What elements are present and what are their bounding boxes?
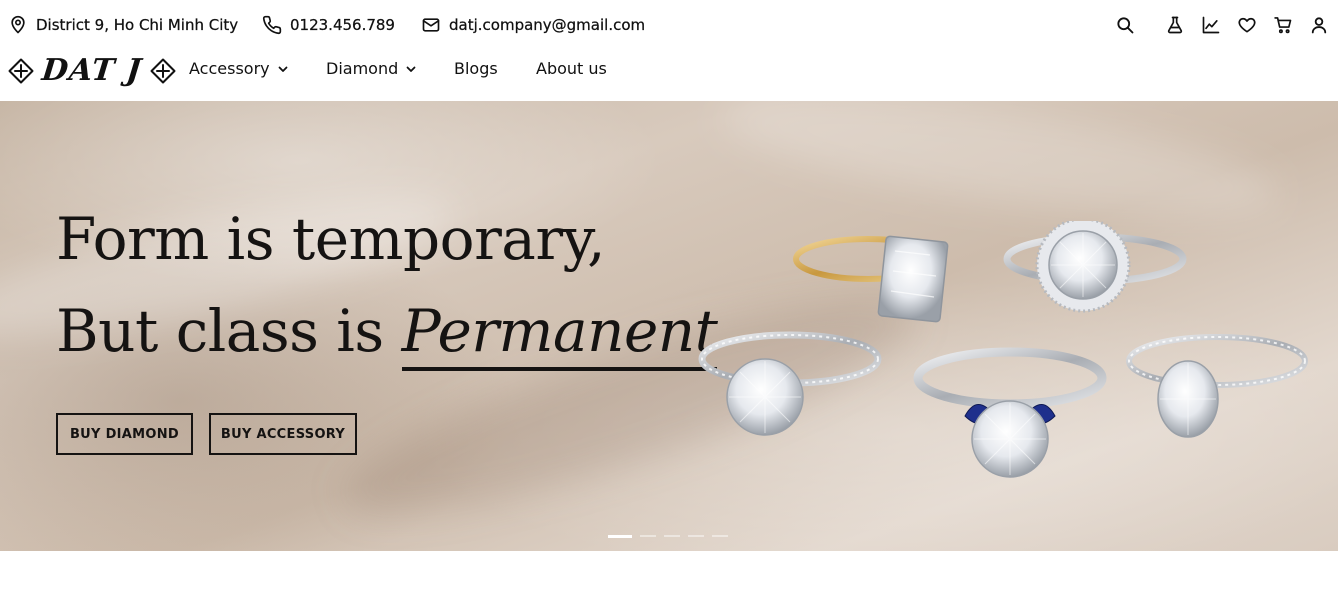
cart-button[interactable] bbox=[1272, 14, 1294, 36]
phone-icon bbox=[262, 15, 282, 35]
nav-item-label: Diamond bbox=[326, 59, 399, 78]
contact-phone[interactable]: 0123.456.789 bbox=[262, 14, 395, 36]
contact-email[interactable]: datj.company@gmail.com bbox=[421, 14, 645, 36]
halo-ring bbox=[1003, 221, 1187, 313]
silk-highlight bbox=[716, 101, 1284, 240]
main-nav: DAT J Accessory Diamond Blogs About us bbox=[0, 50, 1338, 101]
gold-ring bbox=[793, 235, 949, 323]
nav-item-label: About us bbox=[536, 59, 607, 78]
buy-diamond-button[interactable]: BUY DIAMOND bbox=[56, 413, 193, 455]
hero-headline-emphasis: Permanent bbox=[401, 297, 718, 371]
sapphire-ring bbox=[913, 347, 1107, 478]
nav-item-diamond[interactable]: Diamond bbox=[326, 59, 418, 78]
hero-headline: Form is temporary, But class is Permanen… bbox=[56, 193, 718, 377]
carousel-dot[interactable] bbox=[664, 535, 680, 537]
nav-item-about-us[interactable]: About us bbox=[536, 59, 607, 78]
mail-icon bbox=[422, 18, 440, 32]
phone-text: 0123.456.789 bbox=[290, 16, 395, 34]
diamond-compass-icon bbox=[8, 58, 34, 84]
nav-item-label: Blogs bbox=[454, 59, 498, 78]
chevron-down-icon bbox=[406, 66, 416, 72]
top-bar: District 9, Ho Chi Minh City 0123.456.78… bbox=[0, 0, 1338, 50]
nav-item-label: Accessory bbox=[189, 59, 270, 78]
price-chart-button[interactable] bbox=[1200, 14, 1222, 36]
pave-ring-left bbox=[698, 331, 882, 436]
carousel-dot[interactable] bbox=[712, 535, 728, 537]
buy-accessory-button[interactable]: BUY ACCESSORY bbox=[209, 413, 357, 455]
heart-icon bbox=[1238, 17, 1256, 33]
oval-ring-right bbox=[1126, 334, 1308, 438]
hero-headline-prefix: But class is bbox=[56, 297, 402, 365]
site-logo[interactable]: DAT J bbox=[8, 53, 176, 88]
chart-icon bbox=[1202, 16, 1220, 34]
email-text: datj.company@gmail.com bbox=[449, 16, 646, 34]
compare-button[interactable] bbox=[1164, 14, 1186, 36]
contact-address: District 9, Ho Chi Minh City bbox=[8, 14, 238, 36]
wishlist-button[interactable] bbox=[1236, 14, 1258, 36]
hero-banner: Form is temporary, But class is Permanen… bbox=[0, 101, 1338, 551]
carousel-dot[interactable] bbox=[608, 535, 632, 538]
hero-headline-line1: Form is temporary, bbox=[56, 205, 606, 273]
user-icon bbox=[1311, 17, 1327, 34]
hero-headline-line2: But class is Permanent bbox=[56, 285, 718, 377]
cart-icon bbox=[1274, 17, 1292, 34]
chevron-down-icon bbox=[278, 66, 288, 72]
search-icon bbox=[1117, 17, 1134, 34]
nav-item-blogs[interactable]: Blogs bbox=[454, 59, 498, 78]
carousel-dot[interactable] bbox=[640, 535, 656, 537]
account-button[interactable] bbox=[1308, 14, 1330, 36]
carousel-dot[interactable] bbox=[688, 535, 704, 537]
search-button[interactable] bbox=[1114, 14, 1136, 36]
carousel-indicators bbox=[608, 535, 728, 539]
rings-image bbox=[698, 221, 1308, 478]
flask-icon bbox=[1167, 16, 1183, 34]
diamond-compass-icon bbox=[150, 58, 176, 84]
logo-wordmark: DAT J bbox=[40, 53, 144, 88]
nav-item-accessory[interactable]: Accessory bbox=[189, 59, 290, 78]
location-pin-icon bbox=[11, 15, 25, 34]
address-text: District 9, Ho Chi Minh City bbox=[36, 16, 239, 34]
